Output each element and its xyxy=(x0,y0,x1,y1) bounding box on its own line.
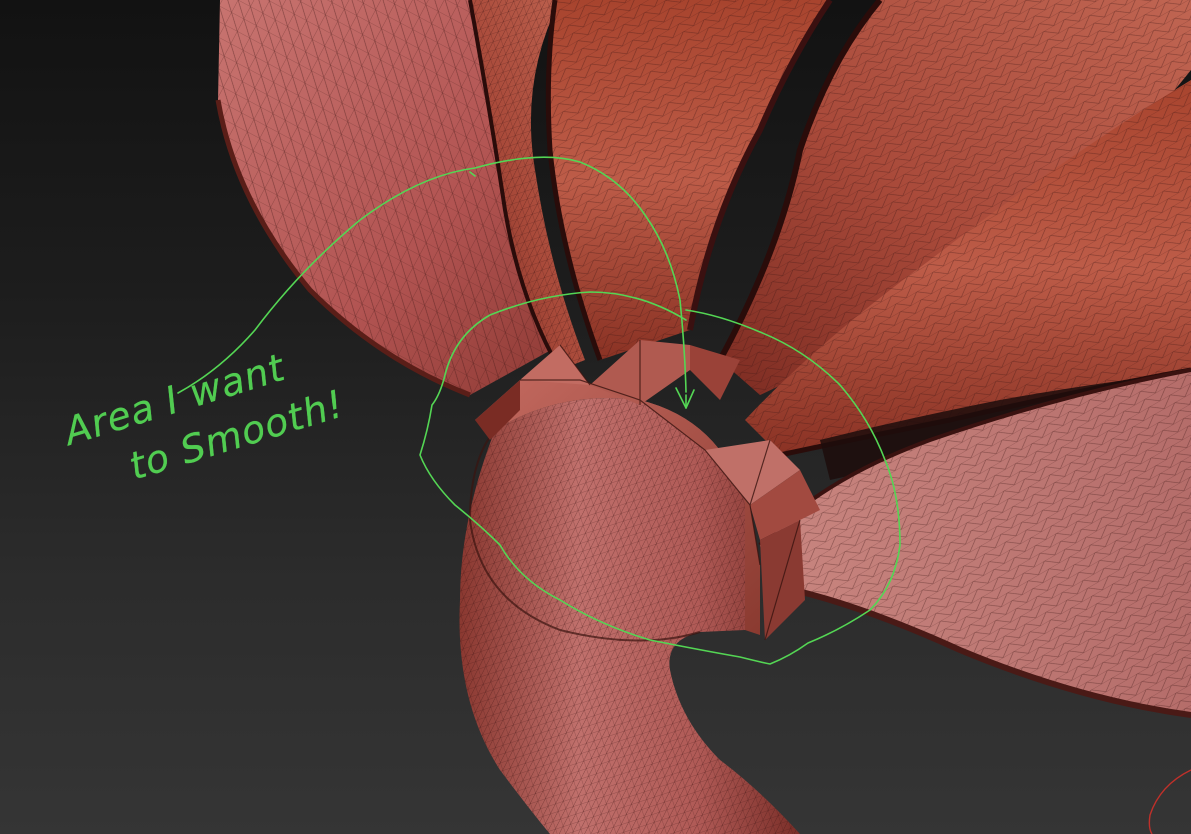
gizmo-icon[interactable] xyxy=(1148,769,1191,834)
mesh-scene[interactable] xyxy=(0,0,1191,834)
3d-viewport[interactable]: Area I want to Smooth! xyxy=(0,0,1191,834)
